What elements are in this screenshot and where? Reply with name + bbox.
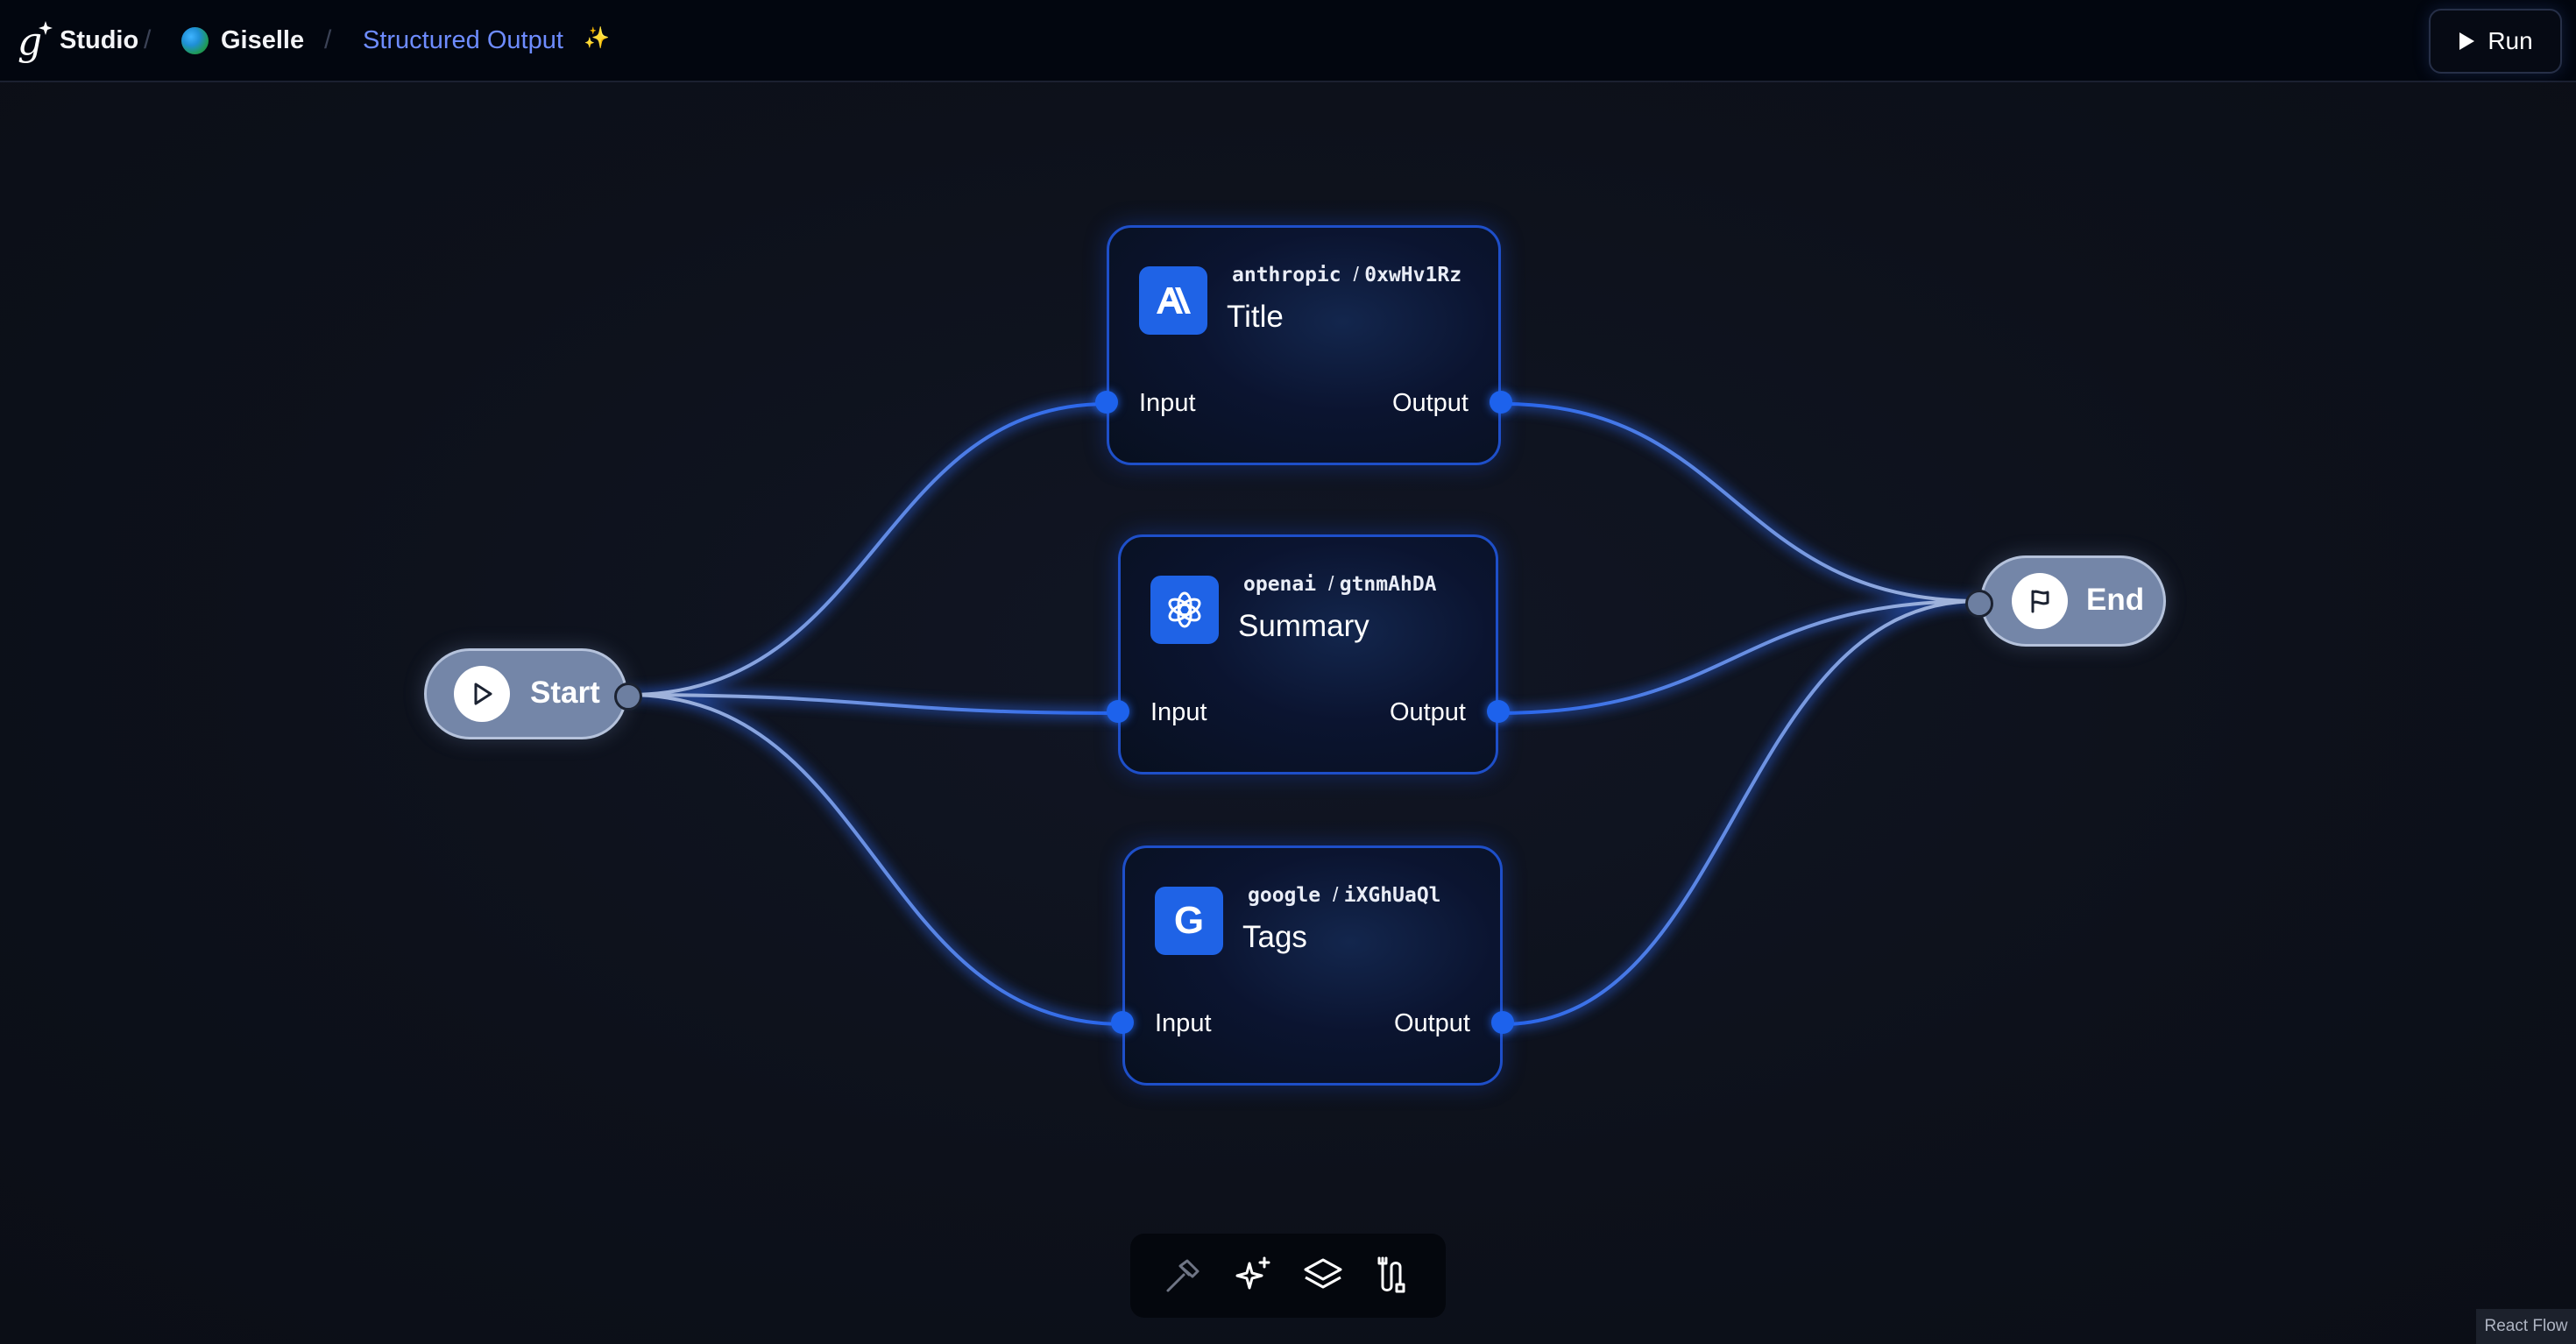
anthropic-icon	[1139, 266, 1207, 335]
output-port-label: Output	[1391, 389, 1468, 417]
node-id: iXGhUaQl	[1343, 884, 1441, 907]
end-node-label: End	[2086, 583, 2145, 617]
sparkles-emoji: ✨	[584, 26, 610, 50]
sparkles-icon[interactable]	[1227, 1249, 1279, 1302]
node-title: Summary	[1238, 609, 1369, 643]
provider-name: openai	[1243, 573, 1317, 596]
node-provider: anthropic / 0xwHv1Rz	[1232, 263, 1461, 286]
provider-separator: /	[1332, 883, 1344, 906]
node-title: Title	[1227, 300, 1284, 334]
input-port-label: Input	[1155, 1009, 1212, 1037]
node-title: Tags	[1242, 920, 1307, 954]
input-port[interactable]	[1107, 700, 1129, 723]
flag-icon	[2012, 573, 2068, 629]
input-port-label: Input	[1150, 698, 1207, 726]
end-input-port[interactable]	[1965, 590, 1993, 618]
svg-text:G: G	[1174, 902, 1204, 940]
provider-name: google	[1248, 884, 1321, 907]
top-bar: g Studio / Giselle / Structured Output ✨…	[0, 0, 2576, 82]
input-port[interactable]	[1111, 1011, 1134, 1034]
input-port[interactable]	[1095, 391, 1118, 414]
route-icon[interactable]	[1367, 1249, 1419, 1302]
llm-node-summary[interactable]: openai / gtnmAhDA Summary Input Output	[1107, 534, 1510, 775]
layers-icon[interactable]	[1297, 1249, 1349, 1302]
provider-name: anthropic	[1232, 264, 1341, 286]
node-id: 0xwHv1Rz	[1364, 264, 1462, 286]
output-port[interactable]	[1490, 391, 1512, 414]
breadcrumb-team[interactable]: Giselle	[221, 25, 304, 56]
start-node[interactable]: Start	[424, 648, 642, 739]
openai-icon	[1150, 576, 1219, 644]
start-node-label: Start	[530, 676, 600, 710]
giselle-logo-icon[interactable]: g	[16, 16, 58, 65]
play-icon	[2459, 32, 2475, 50]
breadcrumb-project[interactable]: Structured Output	[363, 25, 563, 56]
run-button[interactable]: Run	[2429, 9, 2562, 74]
google-icon: G	[1155, 887, 1223, 955]
output-port[interactable]	[1491, 1011, 1514, 1034]
start-output-port[interactable]	[614, 683, 642, 711]
provider-separator: /	[1353, 263, 1365, 286]
output-port-label: Output	[1389, 698, 1466, 726]
svg-text:g: g	[18, 19, 42, 64]
team-avatar-icon	[181, 27, 209, 54]
bottom-toolbar	[1130, 1234, 1446, 1318]
hammer-icon[interactable]	[1157, 1249, 1209, 1302]
breadcrumb-studio[interactable]: Studio	[60, 25, 138, 56]
react-flow-attribution[interactable]: React Flow	[2476, 1309, 2576, 1344]
node-provider: google / iXGhUaQl	[1248, 883, 1441, 907]
node-id: gtnmAhDA	[1339, 573, 1437, 596]
output-port-label: Output	[1393, 1009, 1470, 1037]
output-port[interactable]	[1487, 700, 1510, 723]
run-button-label: Run	[2488, 27, 2533, 54]
play-circle-icon	[454, 666, 510, 722]
end-node[interactable]: End	[1965, 555, 2166, 647]
provider-separator: /	[1327, 572, 1340, 595]
node-provider: openai / gtnmAhDA	[1243, 572, 1437, 596]
breadcrumb-separator: /	[144, 25, 152, 54]
input-port-label: Input	[1139, 389, 1196, 417]
llm-node-tags[interactable]: G google / iXGhUaQl Tags Input Output	[1111, 845, 1514, 1086]
breadcrumb-separator: /	[324, 25, 332, 54]
llm-node-title[interactable]: anthropic / 0xwHv1Rz Title Input Output	[1095, 225, 1512, 465]
